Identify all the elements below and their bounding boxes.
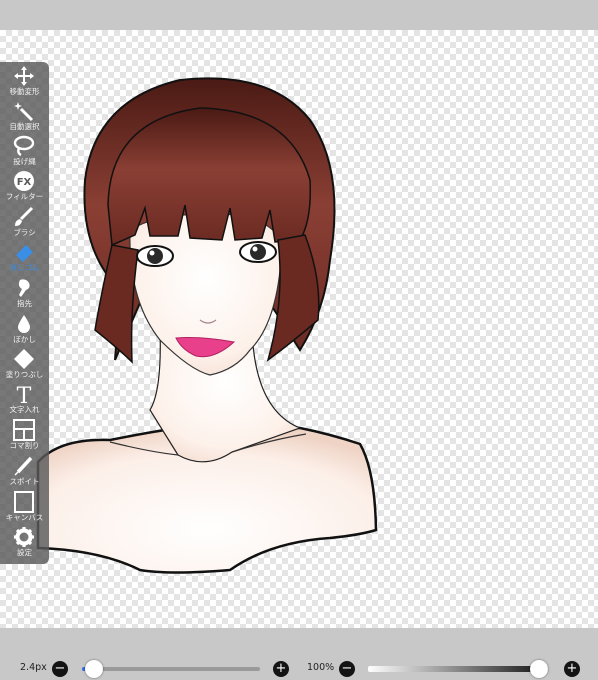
tool-label: 塗りつぶし (5, 370, 44, 379)
tool-label: ブラシ (13, 228, 36, 237)
tool-move-transform[interactable]: 移動変形 (0, 64, 49, 99)
frame-divider-icon (13, 419, 35, 441)
tool-palette: 移動変形 自動選択 投げ縄 FX フィルター ブラシ 消しゴム 指先 ぼかし 塗… (0, 62, 49, 564)
brush-size-value: 2.4px (20, 662, 47, 673)
drawing-canvas[interactable] (0, 30, 598, 628)
tool-label: ぼかし (13, 335, 36, 344)
svg-text:T: T (17, 384, 32, 405)
tool-text[interactable]: T 文字入れ (0, 382, 49, 417)
opacity-decrease-button[interactable]: − (339, 661, 355, 677)
brush-size-increase-button[interactable]: + (273, 661, 289, 677)
finger-smudge-icon (18, 279, 30, 297)
tool-canvas[interactable]: キャンバス (0, 490, 49, 525)
magic-wand-icon (14, 102, 34, 122)
tool-smudge[interactable]: 指先 (0, 276, 49, 311)
eyedropper-icon (14, 456, 33, 476)
text-t-icon: T (17, 384, 32, 405)
brush-icon (15, 206, 34, 226)
opacity-slider-knob[interactable] (530, 660, 548, 678)
tool-frame-divider[interactable]: コマ割り (0, 418, 49, 453)
opacity-slider-track[interactable] (368, 666, 548, 672)
tool-label: 移動変形 (9, 87, 40, 96)
opacity-increase-button[interactable]: + (564, 661, 580, 677)
tool-label: 自動選択 (9, 122, 40, 131)
tool-brush[interactable]: ブラシ (0, 205, 49, 240)
brush-size-slider-track[interactable] (82, 667, 260, 671)
top-bar (0, 0, 598, 30)
tool-settings[interactable]: 設定 (0, 525, 49, 560)
tool-label: スポイト (9, 477, 40, 486)
brush-size-slider-knob[interactable] (85, 660, 104, 678)
tool-label: 投げ縄 (13, 157, 36, 166)
lasso-icon (13, 135, 35, 157)
tool-label: 指先 (17, 299, 32, 308)
tool-label: 文字入れ (9, 405, 40, 414)
tool-eraser[interactable]: 消しゴム (0, 240, 49, 275)
tool-label: 消しゴム (9, 263, 40, 272)
opacity-value: 100% (307, 662, 335, 673)
gear-icon (14, 527, 34, 547)
tool-eyedropper[interactable]: スポイト (0, 454, 49, 489)
tool-filter[interactable]: FX フィルター (0, 169, 49, 204)
canvas-icon (14, 491, 34, 513)
tool-label: 設定 (17, 548, 32, 557)
svg-text:FX: FX (17, 177, 32, 188)
tool-label: キャンバス (5, 513, 44, 522)
tool-label: コマ割り (9, 441, 40, 450)
tool-fill[interactable]: 塗りつぶし (0, 347, 49, 382)
fill-bucket-icon (14, 349, 34, 369)
tool-blur[interactable]: ぼかし (0, 312, 49, 347)
brush-size-decrease-button[interactable]: − (52, 661, 68, 677)
fx-icon: FX (14, 171, 34, 191)
tool-lasso[interactable]: 投げ縄 (0, 134, 49, 169)
blur-drop-icon (18, 315, 30, 333)
move-arrows-icon (14, 66, 34, 86)
tool-auto-select[interactable]: 自動選択 (0, 99, 49, 134)
eraser-icon (16, 245, 33, 262)
portrait-artwork (36, 77, 378, 574)
tool-label: フィルター (5, 192, 44, 201)
bottom-bar: 2.4px − + 100% − + (0, 628, 598, 680)
